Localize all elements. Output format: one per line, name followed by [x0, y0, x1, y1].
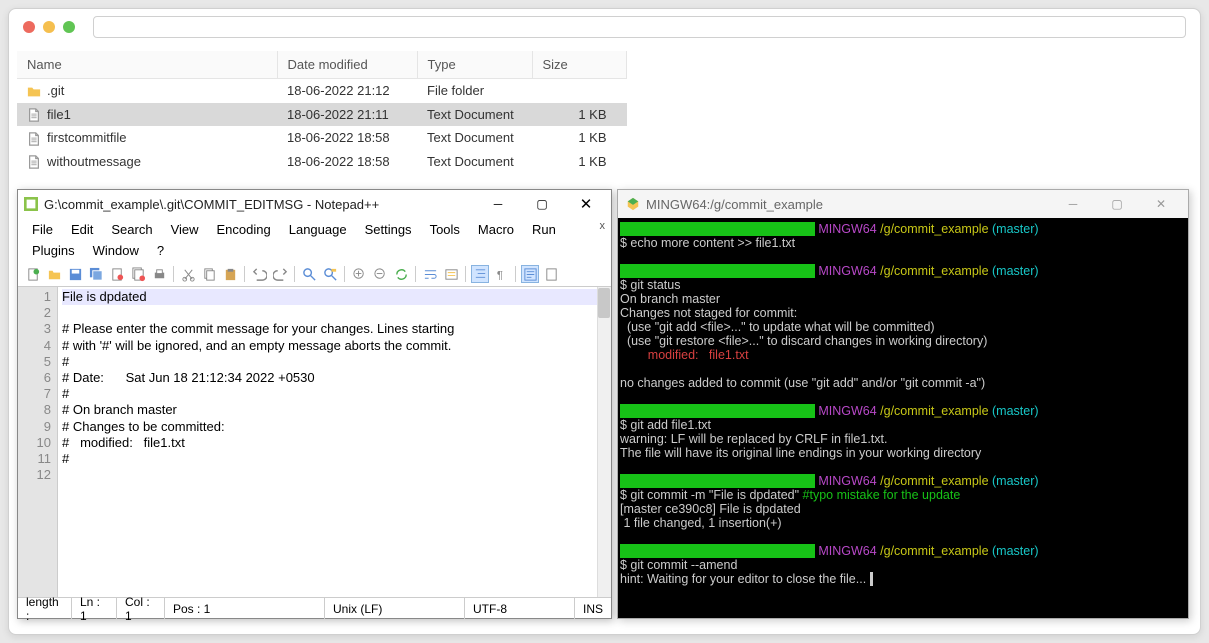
mingw-icon: [626, 197, 640, 211]
menu-macro[interactable]: Macro: [470, 220, 522, 239]
find-icon[interactable]: [300, 265, 318, 283]
file-icon: [27, 132, 41, 146]
minimize-button[interactable]: ─: [479, 193, 517, 215]
menu-help[interactable]: ?: [149, 241, 172, 260]
notepad-editor[interactable]: 123456789101112 File is dpdated # Please…: [18, 287, 611, 597]
close-dot[interactable]: [23, 21, 35, 33]
editor-scrollbar[interactable]: [597, 287, 611, 597]
col-size[interactable]: Size: [532, 51, 627, 79]
file-explorer: Name Date modified Type Size .git18-06-2…: [17, 51, 627, 173]
notepad-titlebar[interactable]: G:\commit_example\.git\COMMIT_EDITMSG - …: [18, 190, 611, 218]
undo-icon[interactable]: [250, 265, 268, 283]
tab-close-x[interactable]: x: [600, 220, 606, 232]
notepad-statusbar: length : Ln : 1 Col : 1 Pos : 1 Unix (LF…: [18, 597, 611, 619]
maximize-dot[interactable]: [63, 21, 75, 33]
status-col: Col : 1: [117, 598, 165, 619]
menu-run[interactable]: Run: [524, 220, 564, 239]
col-type[interactable]: Type: [417, 51, 532, 79]
notepad-title: G:\commit_example\.git\COMMIT_EDITMSG - …: [44, 197, 473, 212]
menu-encoding[interactable]: Encoding: [209, 220, 279, 239]
term-maximize-button[interactable]: ▢: [1098, 193, 1136, 215]
term-minimize-button[interactable]: ─: [1054, 193, 1092, 215]
menu-plugins[interactable]: Plugins: [24, 241, 83, 260]
term-close-button[interactable]: ✕: [1142, 193, 1180, 215]
open-folder-icon[interactable]: [45, 265, 63, 283]
svg-text:¶: ¶: [496, 269, 502, 281]
maximize-button[interactable]: ▢: [523, 193, 561, 215]
redo-icon[interactable]: [271, 265, 289, 283]
close-button[interactable]: ✕: [567, 193, 605, 215]
zoom-out-icon[interactable]: [371, 265, 389, 283]
indent-guide-icon[interactable]: [471, 265, 489, 283]
notepad-app-icon: [24, 197, 38, 211]
showall-icon[interactable]: [442, 265, 460, 283]
address-bar[interactable]: [93, 16, 1186, 38]
save-icon[interactable]: [66, 265, 84, 283]
paragraph-icon[interactable]: ¶: [492, 265, 510, 283]
print-icon[interactable]: [150, 265, 168, 283]
zoom-in-icon[interactable]: [350, 265, 368, 283]
new-file-icon[interactable]: [24, 265, 42, 283]
close-all-icon[interactable]: [129, 265, 147, 283]
explorer-row[interactable]: firstcommitfile18-06-2022 18:58Text Docu…: [17, 126, 627, 150]
minimize-dot[interactable]: [43, 21, 55, 33]
browser-titlebar: [9, 9, 1200, 45]
status-encoding: UTF-8: [465, 598, 575, 619]
status-pos: Pos : 1: [165, 598, 325, 619]
file-icon: [27, 108, 41, 122]
file-icon: [27, 155, 41, 169]
notepad-window: G:\commit_example\.git\COMMIT_EDITMSG - …: [17, 189, 612, 619]
status-line: Ln : 1: [72, 598, 117, 619]
menu-tools[interactable]: Tools: [422, 220, 468, 239]
menu-window[interactable]: Window: [85, 241, 147, 260]
explorer-row[interactable]: withoutmessage18-06-2022 18:58Text Docum…: [17, 150, 627, 174]
status-mode: INS: [575, 598, 611, 619]
explorer-row[interactable]: .git18-06-2022 21:12File folder: [17, 79, 627, 103]
notepad-toolbar: ¶: [18, 262, 611, 287]
copy-icon[interactable]: [200, 265, 218, 283]
line-gutter: 123456789101112: [18, 287, 58, 597]
doc-map-icon[interactable]: [542, 265, 560, 283]
explorer-header-row: Name Date modified Type Size: [17, 51, 627, 79]
col-date[interactable]: Date modified: [277, 51, 417, 79]
status-eol: Unix (LF): [325, 598, 465, 619]
menu-file[interactable]: File: [24, 220, 61, 239]
function-list-icon[interactable]: [521, 265, 539, 283]
menu-search[interactable]: Search: [103, 220, 160, 239]
status-length: length :: [18, 598, 72, 619]
paste-icon[interactable]: [221, 265, 239, 283]
col-name[interactable]: Name: [17, 51, 277, 79]
menu-settings[interactable]: Settings: [357, 220, 420, 239]
terminal-titlebar[interactable]: MINGW64:/g/commit_example ─ ▢ ✕: [618, 190, 1188, 218]
close-file-icon[interactable]: [108, 265, 126, 283]
save-all-icon[interactable]: [87, 265, 105, 283]
menu-view[interactable]: View: [163, 220, 207, 239]
notepad-menubar: FileEditSearchViewEncodingLanguageSettin…: [18, 218, 611, 262]
cut-icon[interactable]: [179, 265, 197, 283]
sync-icon[interactable]: [392, 265, 410, 283]
menu-edit[interactable]: Edit: [63, 220, 101, 239]
terminal-title: MINGW64:/g/commit_example: [646, 197, 1048, 212]
explorer-row[interactable]: file118-06-2022 21:11Text Document1 KB: [17, 103, 627, 127]
menu-language[interactable]: Language: [281, 220, 355, 239]
wordwrap-icon[interactable]: [421, 265, 439, 283]
terminal-body[interactable]: ────────────────────── MINGW64 /g/commit…: [618, 218, 1188, 618]
terminal-window: MINGW64:/g/commit_example ─ ▢ ✕ ────────…: [617, 189, 1189, 619]
replace-icon[interactable]: [321, 265, 339, 283]
folder-icon: [27, 85, 41, 99]
code-area[interactable]: File is dpdated # Please enter the commi…: [58, 287, 611, 597]
